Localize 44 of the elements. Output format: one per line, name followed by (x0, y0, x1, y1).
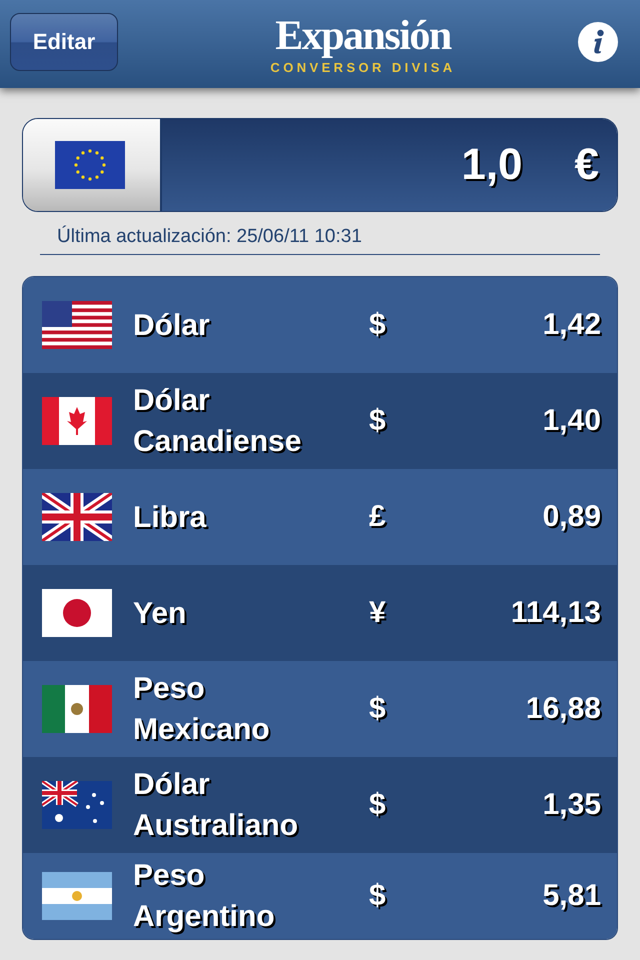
currency-symbol: € (574, 140, 599, 190)
currency-row[interactable]: Libra £ 0,89 (23, 469, 617, 565)
exchange-rate: 16,88 (524, 692, 602, 726)
currency-symbol: £ (369, 500, 387, 534)
exchange-rate: 1,40 (542, 404, 602, 438)
currency-name: Yen (133, 596, 188, 632)
currency-row[interactable]: Dólar Canadiense $ 1,40 (23, 373, 617, 469)
flag-icon (42, 397, 112, 445)
exchange-rate: 114,13 (510, 596, 602, 630)
currency-row[interactable]: Dólar $ 1,42 (23, 277, 617, 373)
currency-name: Dólar Australiano (133, 767, 300, 844)
info-icon[interactable] (578, 22, 618, 62)
currency-row[interactable]: Peso Argentino $ 5,81 (23, 853, 617, 939)
exchange-rate: 1,42 (542, 308, 602, 342)
currency-symbol: $ (369, 692, 387, 726)
currency-row[interactable]: Peso Mexicano $ 16,88 (23, 661, 617, 757)
currency-row[interactable]: Yen ¥ 114,13 (23, 565, 617, 661)
edit-button[interactable]: Editar (10, 13, 118, 71)
last-update-text: Última actualización: 25/06/11 10:31 (40, 226, 600, 255)
flag-icon (42, 872, 112, 920)
flag-icon (42, 781, 112, 829)
flag-icon (54, 141, 124, 189)
exchange-rate: 0,89 (542, 500, 602, 534)
flag-icon (42, 589, 112, 637)
exchange-rate: 1,35 (542, 788, 602, 822)
currency-name: Dólar (133, 308, 211, 344)
currency-name: Libra (133, 500, 208, 536)
currency-symbol: $ (369, 788, 387, 822)
currency-symbol: $ (369, 879, 387, 913)
currency-name: Peso Argentino (133, 858, 276, 935)
flag-icon (42, 493, 112, 541)
amount-value: 1,0 (461, 140, 523, 190)
currency-symbol: $ (369, 308, 387, 342)
logo-text: Expansión (275, 14, 451, 58)
logo-subtitle: CONVERSOR DIVISA (270, 60, 456, 74)
currency-symbol: ¥ (369, 596, 387, 630)
exchange-rate: 5,81 (542, 879, 602, 913)
amount-field[interactable]: 1,0 € (22, 118, 618, 212)
currency-row[interactable]: Dólar Australiano $ 1,35 (23, 757, 617, 853)
flag-icon (42, 685, 112, 733)
currency-symbol: $ (369, 404, 387, 438)
currency-name: Dólar Canadiense (133, 383, 302, 460)
currency-name: Peso Mexicano (133, 671, 271, 748)
flag-icon (42, 301, 112, 349)
